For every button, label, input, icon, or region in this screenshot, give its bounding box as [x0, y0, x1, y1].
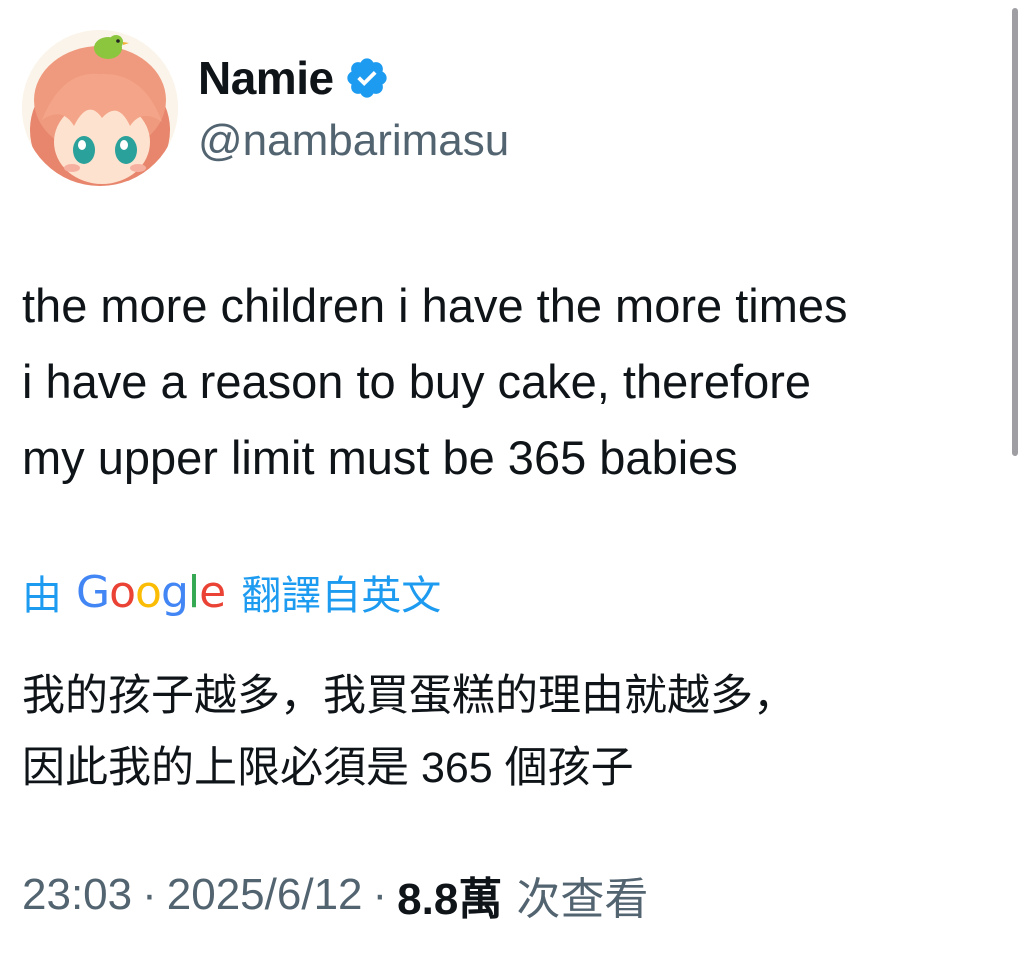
- user-name-row[interactable]: Namie: [198, 48, 390, 108]
- views-count[interactable]: 8.8萬: [397, 863, 502, 927]
- tweet-header: Namie @nambarimasu: [22, 30, 982, 190]
- anime-avatar-image: [22, 30, 178, 186]
- scrollbar[interactable]: [1012, 8, 1018, 456]
- tweet-meta: 23:03 · 2025/6/12 · 8.8萬 次查看: [22, 862, 648, 928]
- tweet-time[interactable]: 23:03: [22, 870, 132, 920]
- avatar[interactable]: [22, 30, 178, 186]
- user-handle[interactable]: @nambarimasu: [198, 116, 509, 166]
- views-label: 次查看: [516, 875, 649, 924]
- user-display-name[interactable]: Namie: [198, 51, 334, 105]
- tweet-date[interactable]: 2025/6/12: [167, 870, 363, 920]
- translation-attribution[interactable]: 由 Google 翻譯自英文: [22, 562, 441, 622]
- translation-source-label[interactable]: 翻譯自英文: [241, 563, 441, 621]
- translated-text: 我的孩子越多，我買蛋糕的理由就越多， 因此我的上限必須是 365 個孩子: [22, 672, 796, 792]
- meta-separator: ·: [142, 870, 157, 919]
- google-logo: Google: [76, 566, 226, 618]
- tweet-text: the more children i have the more times …: [22, 279, 848, 484]
- translation-prefix: 由: [22, 574, 62, 618]
- meta-separator: ·: [372, 870, 388, 919]
- verified-badge-icon: [346, 58, 387, 98]
